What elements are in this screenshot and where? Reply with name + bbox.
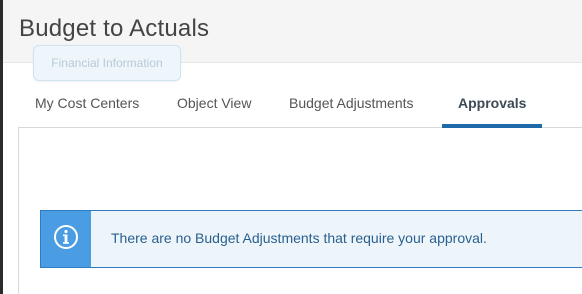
tab-budget-adjustments[interactable]: Budget Adjustments xyxy=(289,84,414,128)
info-icon xyxy=(53,224,79,255)
tab-object-view[interactable]: Object View xyxy=(177,84,251,128)
tab-my-cost-centers[interactable]: My Cost Centers xyxy=(35,84,139,128)
tooltip: Financial Information xyxy=(33,45,181,81)
tab-approvals[interactable]: Approvals xyxy=(458,84,526,128)
page-title: Budget to Actuals xyxy=(19,15,210,42)
alert-icon-container xyxy=(41,211,91,267)
alert-message: There are no Budget Adjustments that req… xyxy=(111,230,487,246)
tab-bar: My Cost Centers Object View Budget Adjus… xyxy=(18,84,582,128)
info-alert: There are no Budget Adjustments that req… xyxy=(40,210,582,268)
